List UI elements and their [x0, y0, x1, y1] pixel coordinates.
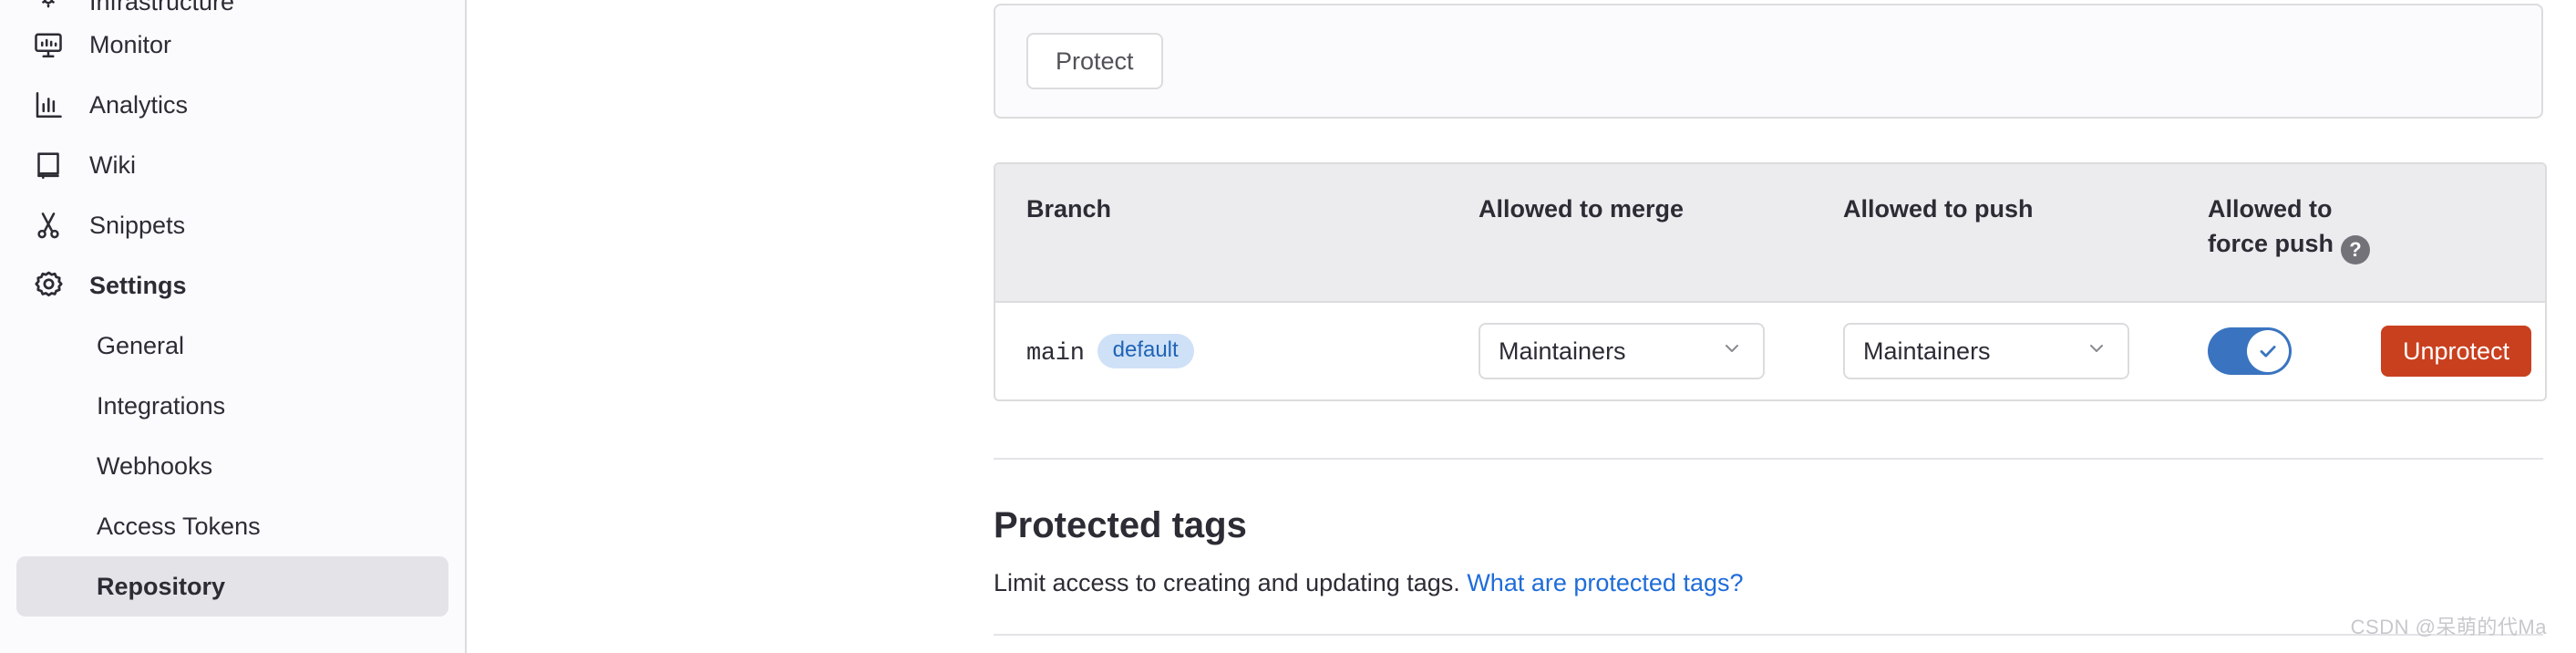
column-header-allowed-to-merge: Allowed to merge: [1479, 164, 1843, 303]
column-header-allowed-to-force-push: Allowed to force push?: [2208, 164, 2381, 303]
sidebar-item-label: Monitor: [89, 33, 171, 57]
table-header: Branch Allowed to merge Allowed to push …: [995, 164, 2545, 303]
section-divider: [994, 458, 2543, 460]
force-push-toggle[interactable]: [2208, 327, 2292, 375]
sidebar-subitem-label: General: [97, 334, 184, 358]
cell-actions: Unprotect: [2381, 303, 2545, 399]
sidebar-item-settings[interactable]: Settings: [16, 255, 448, 316]
protect-branch-panel: Protect: [994, 4, 2543, 119]
sidebar-item-webhooks[interactable]: Webhooks: [16, 436, 448, 496]
sidebar-item-label: Infrastructure: [89, 0, 234, 15]
monitor-icon: [31, 27, 66, 62]
column-header-allowed-to-push: Allowed to push: [1843, 164, 2208, 303]
cell-allowed-to-merge: Maintainers: [1479, 303, 1843, 399]
cell-allowed-to-push: Maintainers: [1843, 303, 2208, 399]
protected-tags-description: Limit access to creating and updating ta…: [994, 571, 2543, 596]
status-badge: default: [1097, 334, 1194, 368]
allowed-to-merge-value: Maintainers: [1499, 337, 1626, 366]
sidebar-item-wiki[interactable]: Wiki: [16, 135, 448, 195]
protected-tags-description-text: Limit access to creating and updating ta…: [994, 569, 1460, 596]
toggle-knob: [2247, 330, 2289, 372]
sidebar-item-analytics[interactable]: Analytics: [16, 75, 448, 135]
analytics-icon: [31, 88, 66, 122]
page-title-protected-tags: Protected tags: [994, 507, 2543, 544]
help-icon[interactable]: ?: [2341, 235, 2370, 264]
sidebar-subitem-label: Repository: [97, 575, 225, 599]
sidebar: Infrastructure Monitor: [0, 0, 467, 653]
column-header-actions: [2381, 164, 2545, 303]
cell-branch: main default: [995, 303, 1479, 399]
sidebar-subitem-label: Access Tokens: [97, 514, 261, 539]
sidebar-item-repository[interactable]: Repository: [16, 556, 448, 617]
sidebar-item-label: Wiki: [89, 153, 136, 178]
infrastructure-icon: [31, 0, 66, 15]
check-icon: [2256, 339, 2280, 363]
app-root: Infrastructure Monitor: [0, 0, 2576, 653]
unprotect-button[interactable]: Unprotect: [2381, 326, 2531, 377]
column-header-branch: Branch: [995, 164, 1479, 303]
chevron-down-icon: [2086, 337, 2107, 366]
gear-icon: [31, 268, 66, 303]
allowed-to-merge-select[interactable]: Maintainers: [1479, 323, 1765, 379]
sidebar-item-label: Settings: [89, 274, 187, 298]
bottom-divider: [994, 634, 2543, 636]
snippets-icon: [31, 208, 66, 243]
allowed-to-push-value: Maintainers: [1863, 337, 1991, 366]
content-column: Protect Branch Allowed to merge Allowed …: [994, 0, 2543, 636]
column-header-force-push-label: Allowed to force push: [2208, 195, 2334, 257]
protected-branches-table: Branch Allowed to merge Allowed to push …: [994, 162, 2547, 401]
table-row: main default Maintainers: [995, 303, 2545, 399]
sidebar-item-label: Analytics: [89, 93, 188, 118]
cell-allowed-to-force-push: [2208, 303, 2381, 399]
table-body: main default Maintainers: [995, 303, 2545, 399]
protect-button[interactable]: Protect: [1026, 33, 1163, 89]
branch-name: main: [1026, 340, 1085, 368]
sidebar-item-snippets[interactable]: Snippets: [16, 195, 448, 255]
table-header-row: Branch Allowed to merge Allowed to push …: [995, 164, 2545, 303]
sidebar-item-monitor[interactable]: Monitor: [16, 15, 448, 75]
allowed-to-push-select[interactable]: Maintainers: [1843, 323, 2129, 379]
watermark: CSDN @呆萌的代Ma: [2351, 611, 2547, 640]
what-are-protected-tags-link[interactable]: What are protected tags?: [1467, 569, 1743, 596]
sidebar-item-infrastructure[interactable]: Infrastructure: [16, 0, 448, 15]
main-content: Protect Branch Allowed to merge Allowed …: [469, 0, 2576, 653]
wiki-icon: [31, 148, 66, 182]
sidebar-subitem-label: Webhooks: [97, 454, 212, 479]
sidebar-item-integrations[interactable]: Integrations: [16, 376, 448, 436]
sidebar-nav-list: Infrastructure Monitor: [0, 0, 465, 617]
sidebar-subitem-label: Integrations: [97, 394, 225, 419]
chevron-down-icon: [1721, 337, 1743, 366]
sidebar-item-access-tokens[interactable]: Access Tokens: [16, 496, 448, 556]
sidebar-item-general[interactable]: General: [16, 316, 448, 376]
sidebar-item-label: Snippets: [89, 213, 185, 238]
